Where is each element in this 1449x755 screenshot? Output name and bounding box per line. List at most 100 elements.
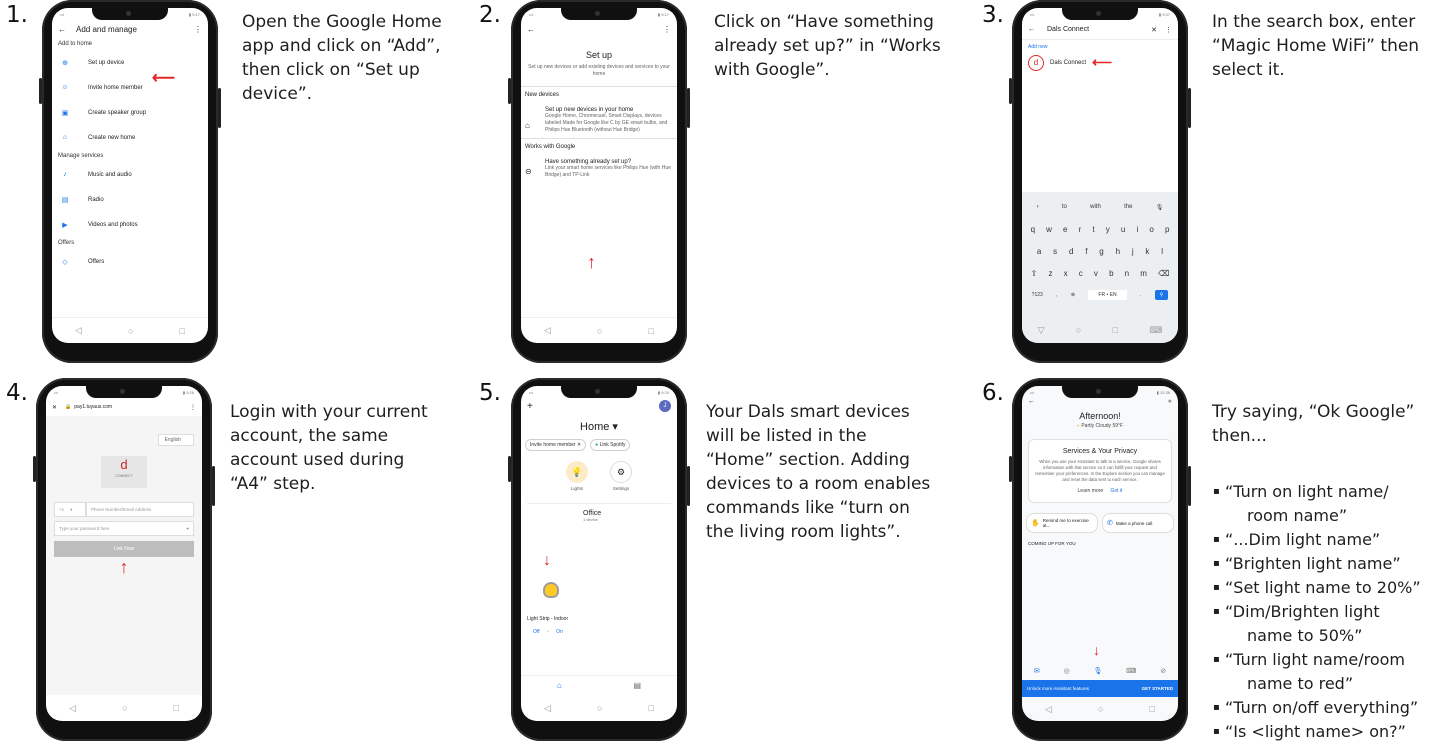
bulb-icon[interactable]	[543, 582, 559, 598]
menu-item[interactable]: ⊕ Set up device	[52, 50, 208, 75]
key[interactable]: j	[1132, 247, 1134, 256]
key[interactable]: e	[1063, 225, 1067, 234]
nav-back-icon[interactable]: ◁	[544, 325, 551, 336]
list-item-works-with-google[interactable]: ⊝ Have something already set up? Link yo…	[521, 155, 677, 183]
nav-home-icon[interactable]: ○	[1076, 325, 1081, 335]
nav-recents-icon[interactable]: □	[180, 326, 185, 336]
key[interactable]: u	[1121, 225, 1125, 234]
search-input[interactable]: Dals Connect	[1047, 26, 1151, 33]
nav-recents-icon[interactable]: □	[1150, 704, 1155, 714]
nav-home-icon[interactable]: ○	[1098, 704, 1103, 714]
lens-icon[interactable]: ◎	[1064, 667, 1070, 675]
phone-input[interactable]: Phone Number/Email Address	[86, 502, 194, 517]
key[interactable]: d	[1069, 247, 1073, 256]
key-comma[interactable]: ,	[1056, 292, 1057, 298]
key[interactable]: m	[1140, 269, 1147, 278]
nav-home-icon[interactable]: ○	[122, 703, 127, 713]
backspace-key-icon[interactable]: ⌫	[1158, 269, 1169, 278]
got-it-button[interactable]: Got it	[1111, 488, 1123, 494]
nav-back-icon[interactable]: ◁	[69, 703, 76, 714]
key-symbols[interactable]: ?123	[1032, 292, 1043, 298]
nav-back-icon[interactable]: ◁	[75, 325, 82, 336]
menu-item[interactable]: ⌂ Create new home	[52, 125, 208, 150]
back-arrow-icon[interactable]: ←	[1028, 26, 1035, 33]
key[interactable]: w	[1046, 225, 1052, 234]
menu-item[interactable]: ▣ Create speaker group	[52, 100, 208, 125]
nav-home-icon[interactable]: ○	[597, 326, 602, 336]
more-vert-icon[interactable]: ⋮	[1165, 26, 1172, 34]
settings-gear-button[interactable]: ⚙	[610, 461, 632, 483]
invite-chip[interactable]: Invite home member ✕	[525, 439, 587, 451]
spotify-chip[interactable]: ● Link Spotify	[590, 439, 631, 451]
unlock-banner[interactable]: Unlock more Assistant features GET START…	[1022, 680, 1178, 697]
keyboard-icon[interactable]: ⌨	[1149, 325, 1162, 336]
key[interactable]: r	[1079, 225, 1082, 234]
key[interactable]: n	[1125, 269, 1129, 278]
key[interactable]: h	[1116, 247, 1120, 256]
nav-recents-icon[interactable]: □	[1113, 325, 1118, 335]
key-period[interactable]: .	[1140, 292, 1141, 298]
key[interactable]: x	[1064, 269, 1068, 278]
key[interactable]: s	[1053, 247, 1057, 256]
suggestion-chip[interactable]: ✋ Remind me to exercise at...	[1026, 513, 1098, 533]
key-space[interactable]: FR • EN	[1088, 290, 1127, 300]
menu-item[interactable]: ▤ Radio	[52, 187, 208, 212]
nav-home-icon[interactable]: ○	[597, 703, 602, 713]
nav-recents-icon[interactable]: □	[174, 703, 179, 713]
inbox-icon[interactable]: ✉	[1034, 667, 1040, 675]
key[interactable]: y	[1106, 225, 1110, 234]
add-icon[interactable]: +	[527, 401, 533, 412]
home-tab-icon[interactable]: ⌂	[557, 681, 562, 690]
key[interactable]: f	[1085, 247, 1087, 256]
key[interactable]: k	[1145, 247, 1149, 256]
on-button[interactable]: On	[556, 629, 563, 635]
menu-item[interactable]: ☺ Invite home member	[52, 75, 208, 100]
nav-recents-icon[interactable]: □	[649, 703, 654, 713]
shift-key-icon[interactable]: ⇧	[1031, 269, 1038, 278]
mic-icon[interactable]: 🎙	[1094, 667, 1103, 675]
menu-item[interactable]: ▶ Videos and photos	[52, 212, 208, 237]
more-vert-icon[interactable]: ⋮	[663, 25, 671, 34]
keyboard-icon[interactable]: ⌨	[1126, 667, 1136, 675]
more-vert-icon[interactable]: ⋮	[190, 404, 196, 411]
more-vert-icon[interactable]: ⋮	[194, 25, 202, 34]
key[interactable]: o	[1149, 225, 1153, 234]
get-started-button[interactable]: GET STARTED	[1142, 686, 1173, 691]
login-button[interactable]: Link Now	[54, 541, 194, 557]
search-result[interactable]: d Dals Connect ⟵	[1022, 54, 1178, 71]
key[interactable]: a	[1037, 247, 1041, 256]
menu-item[interactable]: ♪ Music and audio	[52, 162, 208, 187]
key[interactable]: b	[1109, 269, 1113, 278]
home-title[interactable]: Home ▾	[521, 420, 677, 433]
key[interactable]: z	[1048, 269, 1052, 278]
country-code-select[interactable]: +1 ▾	[54, 502, 86, 517]
back-arrow-icon[interactable]: ←	[527, 25, 535, 34]
key[interactable]: q	[1031, 225, 1035, 234]
nav-back-icon[interactable]: ◁	[544, 703, 551, 714]
list-item-new-devices[interactable]: ⌂ Set up new devices in your home Google…	[521, 103, 677, 138]
globe-icon[interactable]: ⊕	[1071, 292, 1075, 298]
nav-recents-icon[interactable]: □	[649, 326, 654, 336]
key[interactable]: v	[1094, 269, 1098, 278]
clear-icon[interactable]: ✕	[1151, 26, 1157, 34]
menu-item[interactable]: ◇ Offers	[52, 249, 208, 274]
back-arrow-icon[interactable]: ←	[58, 25, 66, 34]
nav-back-icon[interactable]: ▽	[1038, 325, 1045, 336]
key[interactable]: g	[1099, 247, 1103, 256]
room-office[interactable]: Office 1 device	[521, 504, 677, 522]
key[interactable]: c	[1079, 269, 1083, 278]
key[interactable]: t	[1092, 225, 1094, 234]
back-arrow-icon[interactable]: ←	[1028, 398, 1035, 405]
password-input[interactable]: Type your password here ●	[54, 521, 194, 536]
feed-tab-icon[interactable]: ▤	[634, 681, 642, 690]
compass-icon[interactable]: ⊘	[1160, 667, 1166, 675]
off-button[interactable]: Off	[533, 629, 540, 635]
avatar[interactable]: J	[659, 400, 671, 412]
learn-more-link[interactable]: Learn more	[1078, 488, 1104, 494]
key[interactable]: i	[1136, 225, 1138, 234]
key[interactable]: l	[1161, 247, 1163, 256]
nav-back-icon[interactable]: ◁	[1045, 704, 1052, 715]
close-icon[interactable]: ✕	[52, 404, 57, 411]
language-select[interactable]: English	[157, 434, 194, 446]
search-key-icon[interactable]: ⚲	[1154, 290, 1169, 300]
